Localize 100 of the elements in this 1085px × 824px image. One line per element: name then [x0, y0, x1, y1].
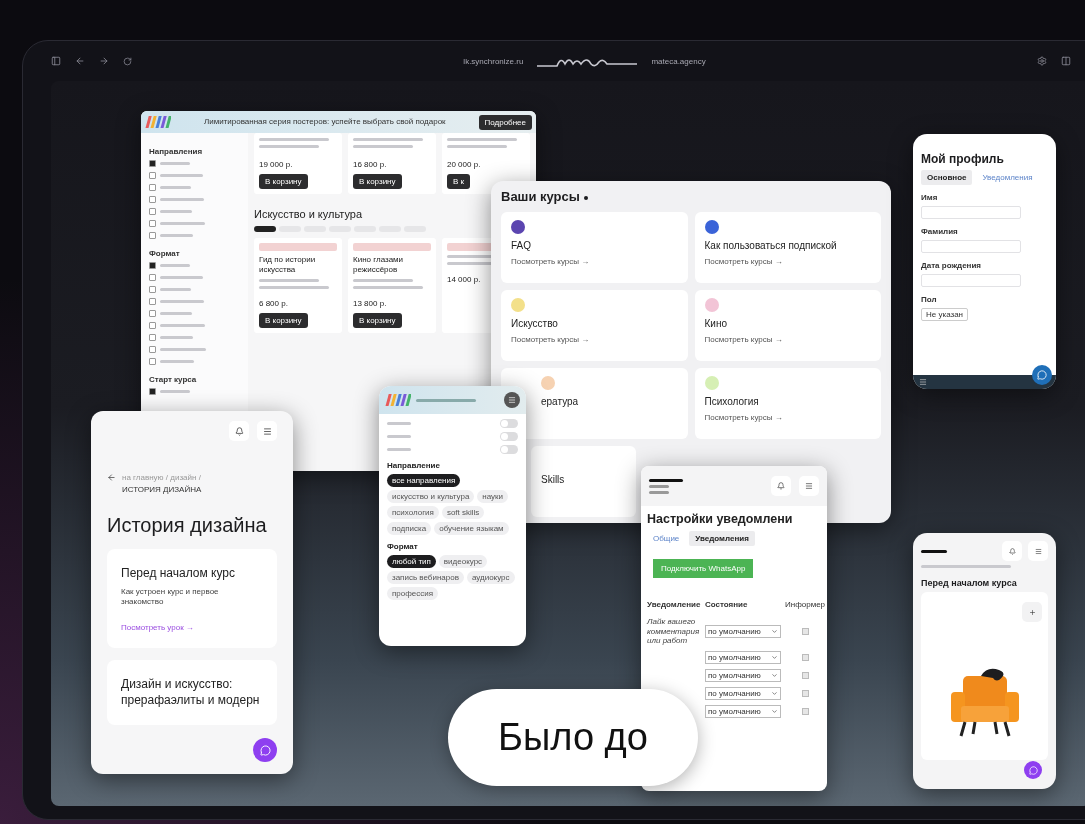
cart-button[interactable]: В корзину: [259, 313, 308, 328]
state-select[interactable]: по умолчанию: [705, 704, 781, 718]
cart-button[interactable]: В корзину: [259, 174, 308, 189]
checkbox[interactable]: [149, 310, 156, 317]
filter-chip[interactable]: любой тип: [387, 555, 436, 568]
back-arrow-icon[interactable]: [107, 473, 116, 482]
sidebar-icon[interactable]: [51, 56, 61, 66]
toggle-switch[interactable]: [500, 432, 518, 441]
label-placeholder: [387, 448, 411, 451]
course-card[interactable]: Кино Посмотреть курсы →: [694, 290, 881, 361]
filter-chip[interactable]: науки: [477, 490, 509, 503]
checkbox[interactable]: [149, 196, 156, 203]
bell-button[interactable]: [771, 476, 791, 496]
settings-icon[interactable]: [1037, 56, 1047, 66]
state-select[interactable]: по умолчанию: [705, 668, 781, 682]
checkbox[interactable]: [149, 160, 156, 167]
checkbox[interactable]: [801, 671, 809, 679]
reload-icon[interactable]: [123, 56, 132, 66]
label-placeholder: [160, 312, 192, 315]
input-field[interactable]: [921, 274, 1021, 287]
state-select[interactable]: по умолчанию: [705, 650, 781, 664]
view-courses-link[interactable]: Посмотреть курсы →: [511, 335, 590, 344]
price: 14 000 р.: [447, 275, 481, 285]
cart-button[interactable]: В к: [447, 174, 471, 189]
input-field[interactable]: [921, 240, 1021, 253]
lesson-card[interactable]: Дизайн и искусство: прерафаэлиты и модерн: [107, 660, 277, 725]
view-courses-link[interactable]: Посмотреть курсы →: [511, 257, 590, 266]
menu-icon: [508, 396, 516, 404]
filter-chip[interactable]: запись вебинаров: [387, 571, 464, 584]
gender-select[interactable]: Не указан: [921, 308, 969, 321]
checkbox[interactable]: [149, 220, 156, 227]
checkbox[interactable]: [149, 208, 156, 215]
details-button[interactable]: Подробнее: [478, 114, 532, 130]
state-select[interactable]: по умолчанию: [705, 624, 781, 638]
chat-button[interactable]: [1032, 365, 1052, 385]
course-name: Искусство: [511, 318, 558, 329]
bell-button[interactable]: [1002, 541, 1022, 561]
tab[interactable]: Уведомления: [976, 170, 1039, 185]
checkbox[interactable]: [149, 298, 156, 305]
cart-button[interactable]: В корзину: [353, 313, 402, 328]
filter-chip[interactable]: видеокурс: [438, 555, 488, 568]
checkbox[interactable]: [801, 627, 809, 635]
checkbox[interactable]: [149, 346, 156, 353]
course-card[interactable]: ература: [501, 368, 688, 439]
checkbox[interactable]: [149, 184, 156, 191]
bell-icon: [234, 426, 244, 436]
tab[interactable]: Уведомления: [689, 531, 755, 546]
filter-chip[interactable]: искусство и культура: [387, 490, 475, 503]
split-view-icon[interactable]: [1061, 56, 1071, 66]
filter-chip[interactable]: аудиокурс: [466, 571, 515, 584]
state-select[interactable]: по умолчанию: [705, 686, 781, 700]
checkbox[interactable]: [149, 286, 156, 293]
course-name: Как пользоваться подпиской: [704, 240, 837, 251]
tab[interactable]: Общие: [647, 531, 686, 546]
text-placeholder: [649, 484, 669, 488]
checkbox[interactable]: [149, 358, 156, 365]
checkbox[interactable]: [801, 707, 809, 715]
filter-chip[interactable]: все направления: [387, 474, 461, 487]
filter-chip[interactable]: обучение языкам: [434, 522, 509, 535]
menu-button[interactable]: [799, 476, 819, 496]
text-placeholder: [353, 145, 413, 148]
filter-chip[interactable]: soft skills: [441, 506, 485, 519]
toggle-switch[interactable]: [500, 419, 518, 428]
view-courses-link[interactable]: Посмотреть курсы →: [704, 335, 783, 344]
checkbox[interactable]: [149, 388, 156, 395]
add-button[interactable]: [1022, 602, 1042, 622]
checkbox[interactable]: [149, 322, 156, 329]
checkbox[interactable]: [149, 232, 156, 239]
course-card[interactable]: FAQ Посмотреть курсы →: [501, 212, 688, 283]
filter-heading: Старт курса: [149, 375, 198, 384]
filter-chip[interactable]: психология: [387, 506, 439, 519]
checkbox[interactable]: [801, 653, 809, 661]
cart-button[interactable]: В корзину: [353, 174, 402, 189]
menu-button[interactable]: [1028, 541, 1048, 561]
checkbox[interactable]: [149, 334, 156, 341]
bell-button[interactable]: [229, 421, 249, 441]
tab[interactable]: Основное: [921, 170, 973, 185]
menu-button[interactable]: [504, 392, 520, 408]
view-courses-link[interactable]: Посмотреть курсы →: [704, 257, 783, 266]
course-card[interactable]: Искусство Посмотреть курсы →: [501, 290, 688, 361]
checkbox[interactable]: [801, 689, 809, 697]
checkbox[interactable]: [149, 274, 156, 281]
course-card[interactable]: Психология Посмотреть курсы →: [694, 368, 881, 439]
course-name: Психология: [704, 396, 759, 407]
back-icon[interactable]: [75, 56, 85, 66]
lesson-card[interactable]: Перед началом курс Как устроен курс и первое знакомство Посмотреть урок →: [107, 549, 277, 649]
input-field[interactable]: [921, 206, 1021, 219]
filter-chip[interactable]: [254, 226, 276, 232]
course-card[interactable]: Skills: [531, 446, 636, 517]
forward-icon[interactable]: [99, 56, 109, 66]
checkbox[interactable]: [149, 262, 156, 269]
view-lesson-link[interactable]: Посмотреть урок →: [121, 623, 194, 633]
filter-chip[interactable]: профессия: [387, 587, 439, 600]
page-title: История дизайна: [107, 513, 268, 537]
view-courses-link[interactable]: Посмотреть курсы →: [704, 413, 783, 422]
menu-button[interactable]: [257, 421, 277, 441]
toggle-switch[interactable]: [500, 445, 518, 454]
filter-chip[interactable]: подписка: [387, 522, 432, 535]
checkbox[interactable]: [149, 172, 156, 179]
course-card[interactable]: Как пользоваться подпиской Посмотреть курсы →: [694, 212, 881, 283]
